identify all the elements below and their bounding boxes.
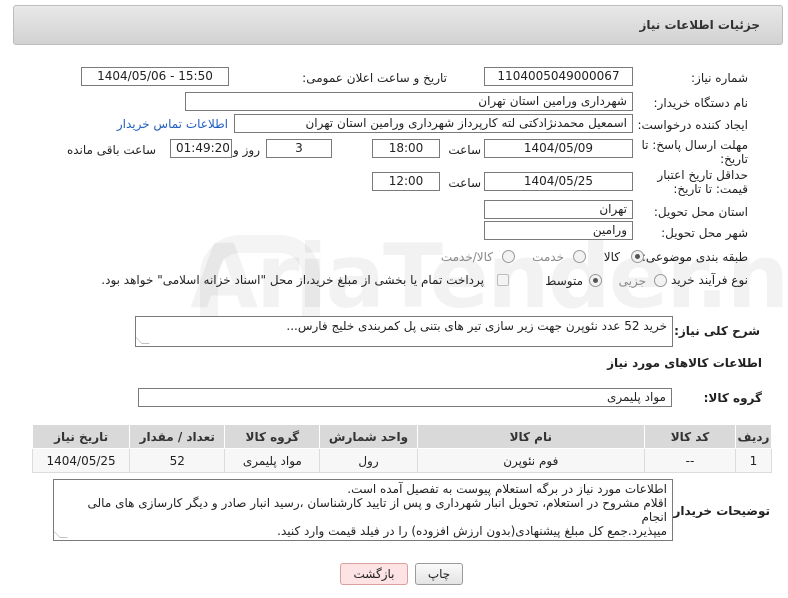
col-name-header: نام کالا: [416, 424, 645, 449]
category-goods-service-radio[interactable]: [502, 250, 515, 263]
buyer-notes-field[interactable]: اطلاعات مورد نیاز در برگه استعلام پیوست …: [53, 479, 673, 541]
remaining-time-label: ساعت باقی مانده: [66, 143, 156, 157]
buyer-notes-line-2: اقلام مشروح در استعلام، تحویل انبار شهرد…: [87, 496, 667, 524]
panel-title: جزئیات اطلاعات نیاز: [639, 18, 760, 32]
category-label: طبقه بندی موضوعی:: [641, 250, 748, 264]
overall-desc-label: شرح کلی نیاز:: [674, 324, 760, 338]
category-goods-label: کالا: [603, 250, 620, 264]
city-label: شهر محل تحویل:: [661, 226, 748, 240]
announce-datetime-label: تاریخ و ساعت اعلان عمومی:: [302, 71, 447, 85]
resize-handle[interactable]: [136, 336, 150, 344]
goods-group-label: گروه کالا:: [703, 391, 762, 405]
category-goods-radio[interactable]: [631, 250, 644, 263]
purchase-process-label: نوع فرآیند خرید :: [663, 273, 748, 287]
days-label: روز و: [233, 143, 260, 157]
category-goods-service-label: کالا/خدمت: [440, 250, 493, 264]
cell-date: 1404/05/25: [31, 448, 131, 473]
col-date-header: تاریخ نیاز: [31, 424, 131, 449]
remaining-time[interactable]: 01:49:20: [170, 139, 232, 158]
buyer-notes-line-1: اطلاعات مورد نیاز در برگه استعلام پیوست …: [347, 482, 667, 496]
price-validity-date[interactable]: 1404/05/25: [484, 172, 633, 191]
goods-table: ردیف کد کالا نام کالا واحد شمارش گروه کا…: [31, 424, 773, 473]
process-minor-label: جزیی: [618, 274, 646, 288]
cell-code: --: [643, 448, 736, 473]
back-button[interactable]: بازگشت: [340, 563, 408, 585]
treasury-payment-checkbox[interactable]: [497, 274, 509, 286]
process-medium-radio[interactable]: [589, 274, 602, 287]
price-validity-time-label: ساعت: [448, 176, 481, 190]
process-medium-label: متوسط: [545, 274, 583, 288]
header-panel: جزئیات اطلاعات نیاز: [13, 5, 783, 45]
price-validity-label: حداقل تاریخ اعتبار قیمت: تا تاریخ:: [657, 168, 748, 196]
goods-section-title: اطلاعات کالاهای مورد نیاز: [607, 356, 762, 370]
cell-unit: رول: [319, 448, 418, 473]
province-label: استان محل تحویل:: [653, 205, 748, 219]
goods-table-header: ردیف کد کالا نام کالا واحد شمارش گروه کا…: [31, 424, 773, 449]
col-row-header: ردیف: [734, 424, 773, 449]
buyer-notes-line-3: میپذیرد.جمع کل مبلغ پیشنهادی(بدون ارزش ا…: [277, 524, 667, 538]
goods-group-field[interactable]: مواد پلیمری: [138, 388, 672, 407]
col-group-header: گروه کالا: [224, 424, 321, 449]
remaining-days[interactable]: 3: [266, 139, 332, 158]
col-unit-header: واحد شمارش: [319, 424, 418, 449]
need-number-label: شماره نیاز:: [691, 71, 748, 85]
print-button[interactable]: چاپ: [415, 563, 463, 585]
process-minor-radio[interactable]: [654, 274, 667, 287]
reply-time-label: ساعت: [448, 143, 481, 157]
requester-field[interactable]: اسمعیل محمدنژادکتی لته کارپرداز شهرداری …: [234, 114, 633, 133]
overall-desc-field[interactable]: خرید 52 عدد نئوپرن جهت زیر سازی تیر های …: [135, 316, 673, 347]
cell-name: فوم نئوپرن: [416, 448, 645, 473]
cell-row: 1: [734, 448, 773, 473]
reply-deadline-date[interactable]: 1404/05/09: [484, 139, 633, 158]
buyer-org-label: نام دستگاه خریدار:: [653, 96, 749, 110]
buyer-org-field[interactable]: شهرداری ورامین استان تهران: [185, 92, 633, 111]
announce-datetime-field[interactable]: 1404/05/06 - 15:50: [81, 67, 229, 86]
overall-desc-text: خرید 52 عدد نئوپرن جهت زیر سازی تیر های …: [286, 319, 667, 333]
reply-deadline-label: مهلت ارسال پاسخ: تا تاریخ:: [641, 138, 748, 166]
treasury-payment-note: پرداخت تمام یا بخشی از مبلغ خرید،از محل …: [101, 273, 484, 287]
buyer-contact-link[interactable]: اطلاعات تماس خریدار: [117, 117, 228, 131]
category-service-radio[interactable]: [573, 250, 586, 263]
cell-group: مواد پلیمری: [224, 448, 321, 473]
cell-qty: 52: [129, 448, 226, 473]
city-field[interactable]: ورامین: [484, 221, 633, 240]
reply-deadline-time[interactable]: 18:00: [372, 139, 440, 158]
col-qty-header: تعداد / مقدار: [129, 424, 226, 449]
category-service-label: خدمت: [532, 250, 564, 264]
province-field[interactable]: تهران: [484, 200, 633, 219]
table-row[interactable]: 1 -- فوم نئوپرن رول مواد پلیمری 52 1404/…: [31, 448, 773, 473]
buyer-notes-label: توضیحات خریدار:: [668, 504, 770, 518]
requester-label: ایجاد کننده درخواست:: [637, 118, 748, 132]
col-code-header: کد کالا: [643, 424, 736, 449]
price-validity-time[interactable]: 12:00: [372, 172, 440, 191]
need-number-field[interactable]: 1104005049000067: [484, 67, 633, 86]
